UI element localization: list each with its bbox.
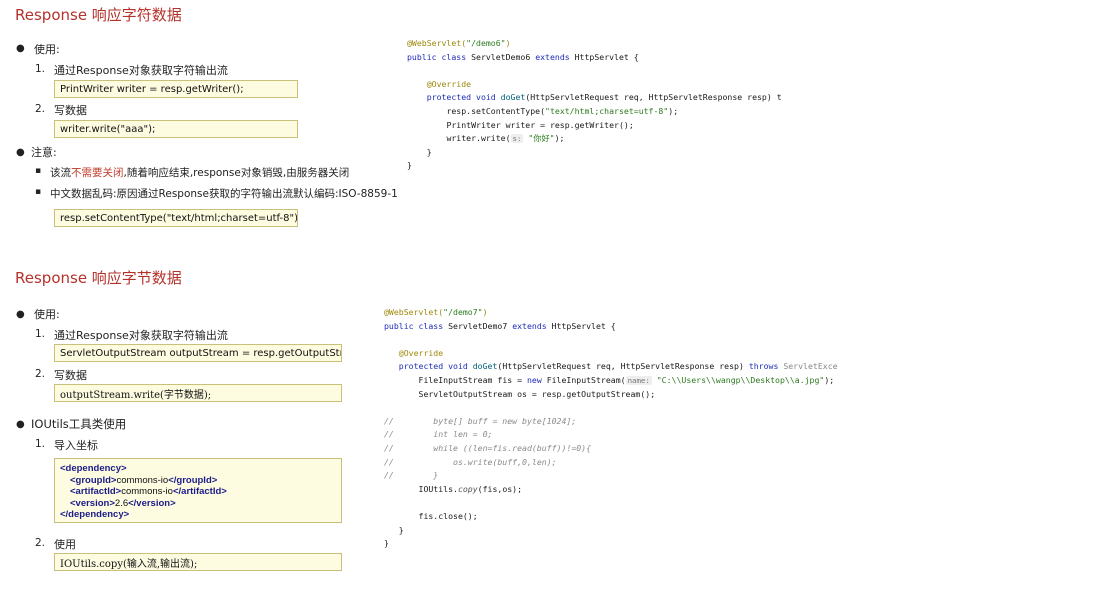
io1-text: 导入坐标 — [54, 439, 98, 452]
maven-dependency-box: <dependency> <groupId>commons-io</groupI… — [54, 458, 342, 523]
step-number: 2. — [35, 368, 46, 380]
io2-code-box: IOUtils.copy(输入流,输出流); — [54, 553, 342, 571]
step-number: 1. — [35, 328, 46, 340]
step-number: 1. — [35, 63, 46, 75]
ioutils-label: IOUtils工具类使用 — [31, 417, 127, 431]
step-number: 2. — [35, 537, 46, 549]
code-snippet-demo7: @WebServlet("/demo7") public class Servl… — [384, 307, 838, 549]
io2-text: 使用 — [54, 538, 76, 551]
step1-text: 通过Response对象获取字符输出流 — [54, 64, 228, 77]
note2-text: 中文数据乱码:原因通过Response获取的字符输出流默认编码:ISO-8859… — [50, 188, 398, 200]
step-number: 1. — [35, 438, 46, 450]
sub-bullet: ▪ — [35, 166, 42, 176]
step1-code-box: ServletOutputStream outputStream = resp.… — [54, 344, 342, 362]
bullet-dot: ● — [16, 43, 25, 54]
step2-text: 写数据 — [54, 369, 87, 382]
section1-title: Response 响应字符数据 — [15, 6, 182, 24]
step1-code-box: PrintWriter writer = resp.getWriter(); — [54, 80, 298, 98]
use-label: 使用: — [34, 308, 60, 321]
note2-code-box: resp.setContentType("text/html;charset=u… — [54, 209, 298, 227]
note1-text: 该流不需要关闭,随着响应结束,response对象销毁,由服务器关闭 — [50, 167, 350, 179]
section2-title: Response 响应字节数据 — [15, 269, 182, 287]
use-label: 使用: — [34, 43, 60, 56]
code-snippet-demo6: @WebServlet("/demo6") public class Servl… — [407, 38, 782, 171]
step2-code-box: outputStream.write(字节数据); — [54, 384, 342, 402]
note-label: 注意: — [31, 146, 57, 159]
note1-highlight: 不需要关闭 — [71, 167, 124, 179]
step1-text: 通过Response对象获取字符输出流 — [54, 329, 228, 342]
bullet-dot: ● — [16, 309, 25, 320]
bullet-dot: ● — [16, 147, 25, 158]
step2-code-box: writer.write("aaa"); — [54, 120, 298, 138]
step-number: 2. — [35, 103, 46, 115]
bullet-dot: ● — [16, 419, 25, 430]
sub-bullet: ▪ — [35, 187, 42, 197]
step2-text: 写数据 — [54, 104, 87, 117]
